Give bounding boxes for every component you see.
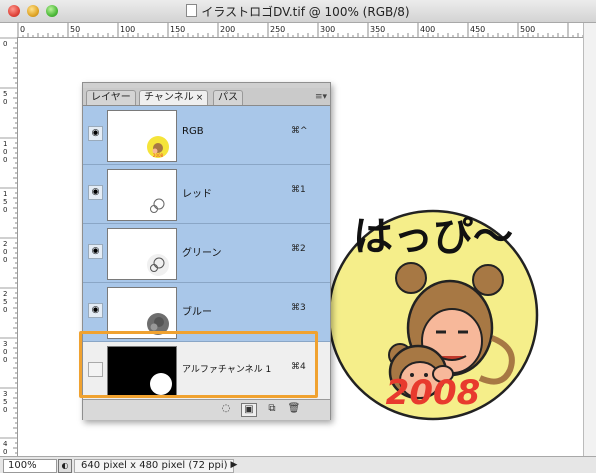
channel-shortcut: ⌘^: [291, 126, 308, 136]
channel-thumbnail: [107, 228, 177, 280]
channel-shortcut: ⌘2: [291, 244, 306, 254]
tab-paths[interactable]: パス: [213, 90, 243, 105]
channel-thumbnail: 2008: [107, 110, 177, 162]
ruler-label: 0: [3, 406, 7, 414]
monkey-ear-left: [395, 262, 427, 294]
channel-row-red[interactable]: ◉ レッド ⌘1: [83, 165, 330, 224]
channel-thumbnail: [107, 169, 177, 221]
ruler-label: 100: [120, 25, 135, 34]
window-title: イラストロゴDV.tif @ 100% (RGB/8): [0, 3, 596, 20]
tab-layers[interactable]: レイヤー: [86, 90, 136, 105]
ruler-label: 5: [3, 198, 7, 206]
channel-name: レッド: [182, 189, 212, 200]
ruler-label: 0: [3, 148, 7, 156]
panel-tab-bar: レイヤー チャンネル × パス ≡▾: [83, 88, 330, 106]
ruler-label: 0: [3, 306, 7, 314]
channel-row-green[interactable]: ◉ グリーン ⌘2: [83, 224, 330, 283]
zoom-field[interactable]: 100%: [3, 459, 57, 473]
ruler-label: 350: [370, 25, 385, 34]
tab-channels-label: チャンネル: [144, 92, 194, 103]
ruler-label: 0: [3, 40, 7, 48]
ruler-label: 150: [170, 25, 185, 34]
status-info-icon[interactable]: ◐: [58, 459, 72, 473]
ruler-label: 0: [20, 25, 25, 34]
ruler-label: 2: [3, 290, 7, 298]
ruler-label: 0: [3, 348, 7, 356]
ruler-label: 250: [270, 25, 285, 34]
ruler-label: 5: [3, 90, 7, 98]
window-title-text: イラストロゴDV.tif @ 100% (RGB/8): [201, 5, 410, 19]
eye-icon[interactable]: ◉: [88, 185, 103, 200]
alpha-channel-highlight: [79, 331, 318, 398]
ruler-label: 4: [3, 440, 8, 448]
ruler-label: 0: [3, 156, 7, 164]
panel-footer: ◌ ▣ ⧉ 🗑: [83, 399, 330, 420]
channel-shortcut: ⌘3: [291, 303, 306, 313]
photoshop-document-window: イラストロゴDV.tif @ 100% (RGB/8) 0 50 100 150 200…: [0, 0, 596, 473]
load-selection-icon[interactable]: ◌: [219, 403, 233, 415]
tab-channels[interactable]: チャンネル ×: [139, 90, 209, 105]
document-icon: [186, 4, 198, 17]
channel-name: グリーン: [182, 248, 222, 259]
ruler-origin[interactable]: [0, 23, 18, 38]
monkey-ear-right: [472, 264, 504, 296]
horizontal-ruler[interactable]: 0 50 100 150 200 250 300 350 400 450 500: [17, 23, 583, 38]
new-channel-icon[interactable]: ⧉: [265, 403, 279, 415]
channel-name: ブルー: [182, 307, 212, 318]
ruler-label: 450: [470, 25, 485, 34]
ruler-label: 200: [220, 25, 235, 34]
logo-title: はっぴ～: [353, 214, 513, 260]
ruler-label: 0: [3, 256, 7, 264]
vertical-scrollbar[interactable]: [583, 23, 596, 456]
ruler-label: 2: [3, 240, 7, 248]
ruler-label: 1: [3, 190, 7, 198]
ruler-label: 5: [3, 398, 7, 406]
ruler-label: 1: [3, 140, 7, 148]
eye-icon[interactable]: ◉: [88, 244, 103, 259]
title-bar[interactable]: イラストロゴDV.tif @ 100% (RGB/8): [0, 0, 596, 23]
panel-menu-icon[interactable]: ≡▾: [315, 92, 327, 102]
tab-layers-label: レイヤー: [91, 92, 131, 103]
svg-text:2008: 2008: [153, 153, 164, 158]
delete-channel-icon[interactable]: 🗑: [287, 403, 301, 415]
eye-icon[interactable]: ◉: [88, 303, 103, 318]
ruler-label: 0: [3, 448, 7, 456]
ruler-label: 400: [420, 25, 435, 34]
channel-name: RGB: [182, 126, 204, 137]
ruler-label: 300: [320, 25, 335, 34]
document-info: 640 pixel x 480 pixel (72 ppi): [74, 459, 234, 473]
status-bar: 100% ◐ 640 pixel x 480 pixel (72 ppi) ▶: [0, 456, 596, 473]
ruler-label: 50: [70, 25, 80, 34]
ruler-label: 0: [3, 248, 7, 256]
ruler-label: 0: [3, 98, 7, 106]
logo-year: 2008: [386, 373, 481, 413]
channel-row-rgb[interactable]: ◉ 2008 RGB ⌘^: [83, 106, 330, 165]
save-selection-icon[interactable]: ▣: [241, 403, 257, 417]
tab-paths-label: パス: [218, 92, 238, 103]
vertical-ruler[interactable]: 050100150200250300350400: [0, 37, 18, 456]
ruler-label: 500: [520, 25, 535, 34]
ruler-label: 5: [3, 298, 7, 306]
tab-close-icon[interactable]: ×: [196, 93, 204, 103]
ruler-label: 3: [3, 340, 7, 348]
status-menu-arrow-icon[interactable]: ▶: [228, 459, 240, 471]
ruler-label: 3: [3, 390, 7, 398]
ruler-label: 0: [3, 206, 7, 214]
ruler-label: 0: [3, 356, 7, 364]
channel-shortcut: ⌘1: [291, 185, 306, 195]
eye-icon[interactable]: ◉: [88, 126, 103, 141]
